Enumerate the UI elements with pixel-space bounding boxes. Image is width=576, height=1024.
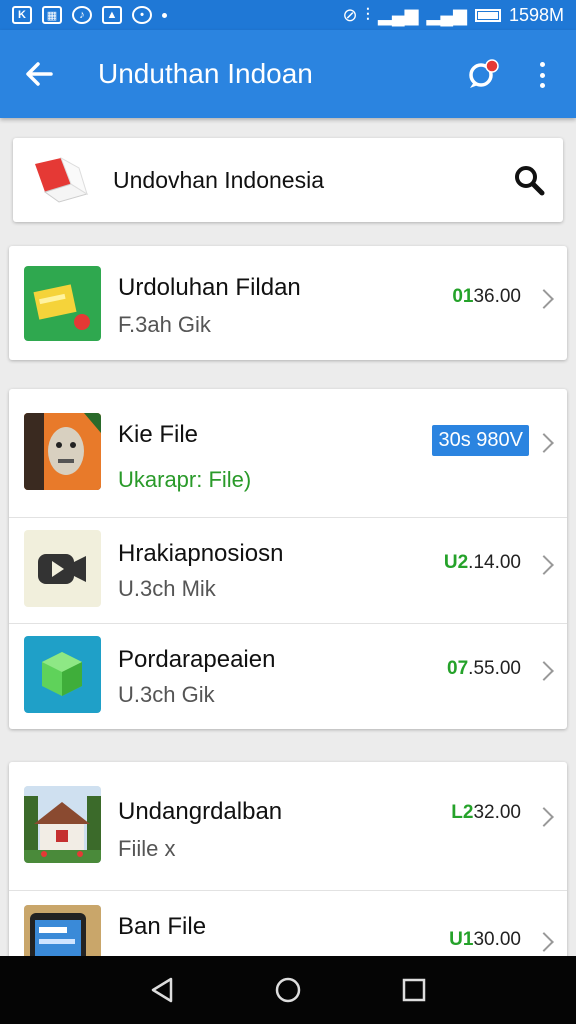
item-subtitle: F.3ah Gik (118, 312, 211, 337)
back-button[interactable] (0, 30, 78, 118)
item-subtitle: Ukarapr: File) (118, 467, 252, 492)
chevron-right-icon (534, 555, 554, 575)
app-logo-icon (31, 154, 91, 206)
arrow-left-icon (26, 62, 53, 86)
list-item[interactable]: Pordarapeaien U.3ch Gik 07.55.00 (9, 623, 567, 729)
item-amount: L232.00 (451, 802, 521, 824)
house-image (24, 786, 101, 863)
amount-prefix: U2 (443, 552, 469, 573)
amount-prefix: 07 (447, 658, 469, 679)
file-card: Undangrdalban Fiile x L232.00 Ban File U… (9, 762, 567, 962)
chevron-right-icon (534, 932, 554, 952)
nav-back-icon[interactable] (149, 976, 175, 1004)
amount-value: 30.00 (473, 929, 521, 950)
amount-prefix: 01 (452, 286, 474, 307)
more-vert-icon (539, 62, 545, 67)
phone-image (24, 905, 101, 962)
item-title: Urdoluhan Fildan (118, 274, 301, 301)
item-amount: U2.14.00 (444, 552, 521, 574)
battery-icon (474, 8, 501, 22)
list-item[interactable]: Ban File U130.00 (9, 890, 567, 962)
item-subtitle: U.3ch Mik (118, 576, 216, 601)
video-camera-icon (24, 530, 101, 607)
item-title: Undangrdalban (118, 798, 283, 825)
page-title: Unduthan Indoan (98, 58, 313, 89)
item-amount: U130.00 (449, 929, 521, 951)
item-title: Pordarapeaien (118, 646, 276, 673)
signal-icon: ▂▄▆ (378, 4, 419, 25)
amount-value: .14.00 (468, 552, 521, 573)
wifi-icon: ⫶ (365, 4, 371, 25)
more-vert-dot (539, 72, 545, 78)
k-icon: K (12, 6, 32, 24)
amount-prefix: U1 (449, 929, 474, 950)
image-icon: ▲ (102, 6, 122, 24)
overflow-menu-button[interactable] (532, 58, 552, 92)
file-card: Kie File Ukarapr: File) 30ѕ 980V Hrakiap… (9, 389, 567, 729)
item-title: Kie File (118, 421, 199, 448)
app-bar: Unduthan Indoan (0, 30, 576, 118)
chevron-right-icon (534, 289, 554, 309)
green-folder-icon (24, 266, 101, 341)
grid-icon: ▦ (42, 6, 62, 24)
chat-notification-icon (469, 59, 499, 88)
system-nav-bar (0, 956, 576, 1024)
item-amount: 07.55.00 (447, 658, 521, 680)
item-amount: 0136.00 (452, 286, 521, 308)
chevron-right-icon (534, 807, 554, 827)
notification-button[interactable] (466, 58, 500, 92)
status-time: 1598M (508, 4, 564, 25)
amount-value: 32.00 (473, 802, 521, 823)
nav-recents-icon[interactable] (401, 977, 427, 1003)
chevron-right-icon (534, 661, 554, 681)
mute-icon: ⊘ (342, 4, 358, 25)
item-title: Ban File (118, 913, 207, 940)
search-bar[interactable]: Undovhan Indonesia (13, 138, 563, 222)
amount-value: .55.00 (468, 658, 521, 679)
notification-dot-icon (162, 12, 167, 18)
portrait-image (24, 413, 101, 490)
cube-icon (24, 636, 101, 713)
amount-value: 36.00 (473, 286, 521, 307)
status-badge: 30ѕ 980V (432, 425, 529, 456)
file-card: Urdoluhan Fildan F.3ah Gik 0136.00 (9, 246, 567, 360)
search-input[interactable]: Undovhan Indonesia (113, 167, 324, 194)
more-vert-dot (539, 83, 545, 88)
list-item[interactable]: Urdoluhan Fildan F.3ah Gik 0136.00 (9, 246, 567, 360)
chevron-right-icon (534, 433, 554, 453)
music-icon: ♪ (72, 6, 92, 24)
list-item[interactable]: Hrakiapnosiosn U.3ch Mik U2.14.00 (9, 517, 567, 623)
nav-home-icon[interactable] (274, 976, 302, 1004)
signal-icon-2: ▂▄▆ (426, 4, 467, 25)
item-title: Hrakiapnosiosn (118, 540, 284, 567)
search-icon[interactable] (513, 164, 545, 196)
item-subtitle: Fiile x (118, 836, 176, 861)
item-subtitle: U.3ch Gik (118, 682, 215, 707)
list-item[interactable]: Undangrdalban Fiile x L232.00 (9, 762, 567, 890)
status-bar: K ▦ ♪ ▲ • ⊘ ⫶ ▂▄▆ ▂▄▆ 1598M (0, 0, 576, 30)
amount-prefix: L2 (451, 802, 474, 823)
shield-icon: • (132, 6, 152, 24)
list-item[interactable]: Kie File Ukarapr: File) 30ѕ 980V (9, 389, 567, 517)
